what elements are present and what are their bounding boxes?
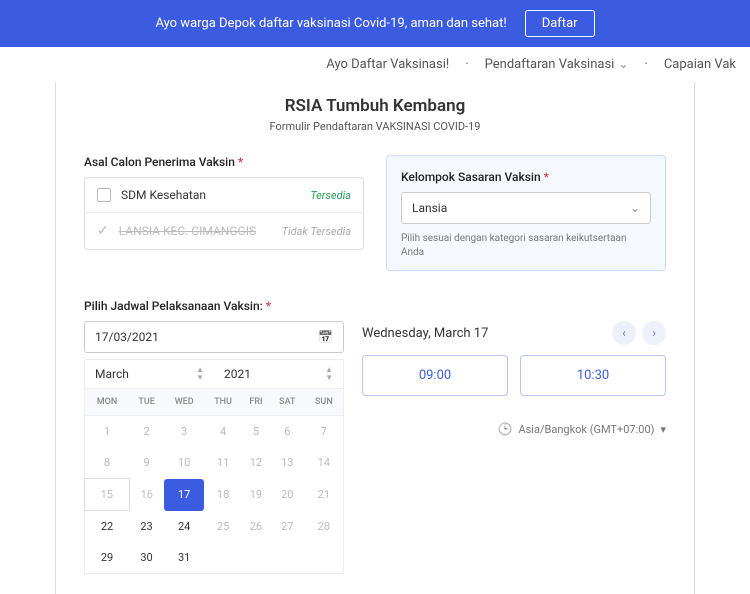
chevron-down-icon	[618, 57, 628, 72]
year-stepper[interactable]: 2021▲▼	[214, 360, 343, 388]
calendar-day[interactable]: 31	[164, 542, 204, 574]
date-picker: 17/03/2021 March▲▼ 2021▲▼ MONTUEWEDTHUFR…	[84, 321, 344, 574]
banner-register-button[interactable]: Daftar	[525, 10, 595, 37]
calendar-day[interactable]: 2	[129, 416, 164, 448]
calendar-day[interactable]: 17	[164, 479, 204, 511]
target-group-box: Kelompok Sasaran Vaksin * Lansia Pilih s…	[386, 155, 666, 271]
time-slot-0900[interactable]: 09:00	[362, 355, 508, 396]
calendar-day	[242, 542, 270, 574]
calendar-day[interactable]: 27	[270, 511, 305, 543]
calendar-day	[270, 542, 305, 574]
calendar-day[interactable]: 13	[270, 447, 305, 479]
calendar-day[interactable]: 8	[85, 447, 130, 479]
check-icon: ✓	[97, 223, 109, 239]
calendar-day[interactable]: 6	[270, 416, 305, 448]
calendar-day[interactable]: 21	[305, 479, 344, 511]
nav-dot: ·	[465, 57, 468, 72]
calendar-day[interactable]: 20	[270, 479, 305, 511]
calendar-day[interactable]: 5	[242, 416, 270, 448]
calendar-day[interactable]: 12	[242, 447, 270, 479]
calendar-day[interactable]: 9	[129, 447, 164, 479]
nav-capaian[interactable]: Capaian Vak	[664, 57, 736, 72]
prev-day-button[interactable]: ‹	[612, 321, 636, 345]
calendar-day[interactable]: 7	[305, 416, 344, 448]
calendar-day[interactable]: 30	[129, 542, 164, 574]
origin-option-sdm[interactable]: SDM Kesehatan Tersedia	[85, 178, 363, 212]
selected-day-label: Wednesday, March 17	[362, 326, 488, 341]
clock-icon	[497, 422, 512, 436]
calendar-dow: SUN	[305, 389, 344, 416]
checkbox-icon	[97, 188, 111, 202]
calendar-day[interactable]: 18	[204, 479, 242, 511]
top-nav: Ayo Daftar Vaksinasi! · Pendaftaran Vaks…	[0, 47, 750, 82]
calendar-day[interactable]: 1	[85, 416, 130, 448]
chevron-down-icon	[630, 201, 640, 215]
next-day-button[interactable]: ›	[642, 321, 666, 345]
calendar-day[interactable]: 23	[129, 511, 164, 543]
origin-option-lansia: ✓ LANSIA KEC. CIMANGGIS Tidak Tersedia	[85, 212, 363, 249]
form-header: RSIA Tumbuh Kembang Formulir Pendaftaran…	[84, 82, 666, 155]
calendar-day[interactable]: 28	[305, 511, 344, 543]
calendar-day[interactable]: 19	[242, 479, 270, 511]
group-label: Kelompok Sasaran Vaksin *	[401, 170, 651, 184]
stepper-icon: ▲▼	[325, 366, 333, 382]
calendar-dow: FRI	[242, 389, 270, 416]
form-subtitle: Formulir Pendaftaran VAKSINASI COVID-19	[84, 120, 666, 133]
origin-options: SDM Kesehatan Tersedia ✓ LANSIA KEC. CIM…	[84, 177, 364, 250]
nav-pendaftaran[interactable]: Pendaftaran Vaksinasi	[485, 57, 629, 72]
stepper-icon: ▲▼	[196, 366, 204, 382]
facility-title: RSIA Tumbuh Kembang	[84, 96, 666, 116]
calendar-day[interactable]: 24	[164, 511, 204, 543]
calendar-day[interactable]: 22	[85, 511, 130, 543]
announcement-banner: Ayo warga Depok daftar vaksinasi Covid-1…	[0, 0, 750, 47]
schedule-label: Pilih Jadwal Pelaksanaan Vaksin: *	[84, 299, 666, 313]
month-stepper[interactable]: March▲▼	[85, 360, 214, 388]
calendar-day[interactable]: 14	[305, 447, 344, 479]
calendar-dow: THU	[204, 389, 242, 416]
date-input[interactable]: 17/03/2021	[84, 321, 344, 353]
nav-dot: ·	[644, 57, 647, 72]
calendar-day[interactable]: 29	[85, 542, 130, 574]
form-card: RSIA Tumbuh Kembang Formulir Pendaftaran…	[55, 82, 695, 594]
calendar-day	[204, 542, 242, 574]
calendar-day[interactable]: 25	[204, 511, 242, 543]
calendar-dow: MON	[85, 389, 130, 416]
calendar-icon	[318, 330, 333, 344]
calendar-day	[305, 542, 344, 574]
time-slot-1030[interactable]: 10:30	[520, 355, 666, 396]
timezone-label[interactable]: Asia/Bangkok (GMT+07:00) ▾	[362, 422, 666, 436]
nav-ayo-daftar[interactable]: Ayo Daftar Vaksinasi!	[326, 57, 449, 72]
group-hint: Pilih sesuai dengan kategori sasaran kei…	[401, 232, 651, 260]
origin-label: Asal Calon Penerima Vaksin *	[84, 155, 364, 169]
group-select[interactable]: Lansia	[401, 192, 651, 224]
calendar-grid: MONTUEWEDTHUFRISATSUN 123456789101112131…	[84, 388, 344, 574]
calendar-day[interactable]: 26	[242, 511, 270, 543]
calendar-day[interactable]: 10	[164, 447, 204, 479]
chevron-down-icon: ▾	[660, 423, 666, 436]
calendar-day[interactable]: 15	[85, 479, 130, 511]
calendar-dow: TUE	[129, 389, 164, 416]
calendar-day[interactable]: 11	[204, 447, 242, 479]
calendar-day[interactable]: 4	[204, 416, 242, 448]
calendar-day[interactable]: 16	[129, 479, 164, 511]
calendar-dow: SAT	[270, 389, 305, 416]
calendar-day[interactable]: 3	[164, 416, 204, 448]
banner-text: Ayo warga Depok daftar vaksinasi Covid-1…	[155, 16, 506, 31]
calendar-dow: WED	[164, 389, 204, 416]
